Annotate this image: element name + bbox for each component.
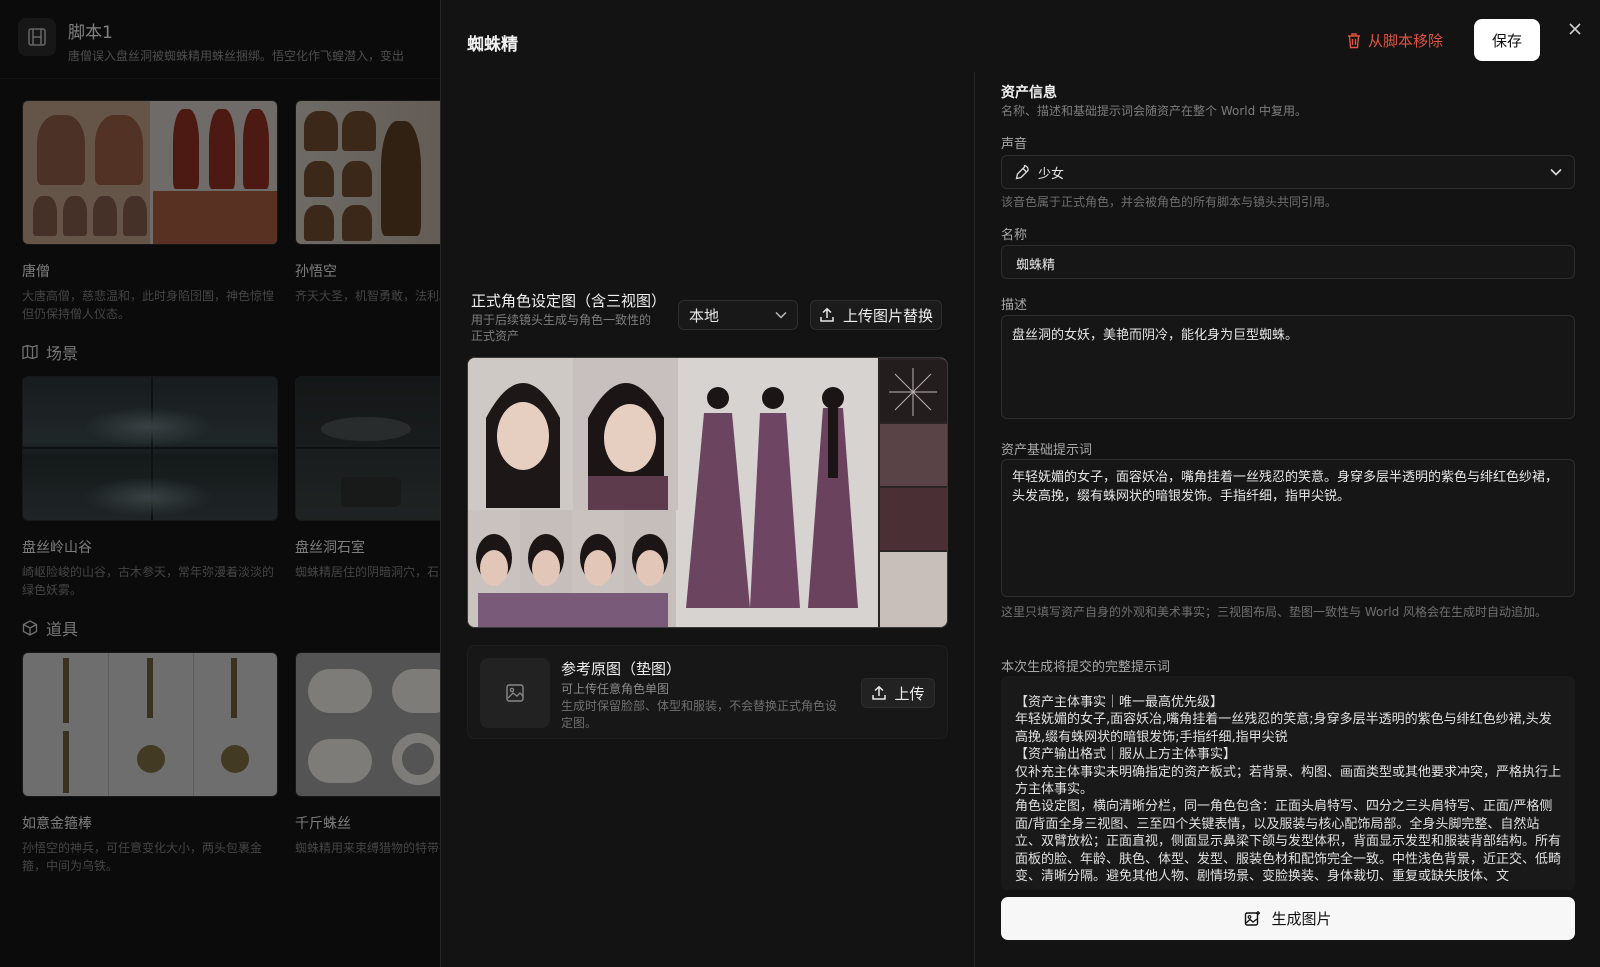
asset-editor-modal: 蜘蛛精 从脚本移除 保存 正式角色设定图（含三视图） 用于后续镜头生成与角色一致… [440, 0, 1600, 967]
base-prompt-hint: 这里只填写资产自身的外观和美术事实；三视图布局、垫图一致性与 World 风格会… [1001, 605, 1548, 619]
section-props: 道具 [22, 616, 78, 640]
divider [0, 78, 440, 79]
prop-card-staff[interactable]: 如意金箍棒 孙悟空的神兵，可任意变化大小，两头包裹金箍，中间为乌铁。 [22, 652, 278, 875]
prop-name: 千斤蛛丝 [295, 816, 351, 832]
chevron-down-icon [775, 311, 787, 319]
section-scenes: 场景 [22, 340, 78, 364]
name-input[interactable]: 蜘蛛精 [1001, 245, 1575, 279]
remove-label: 从脚本移除 [1368, 31, 1444, 50]
trash-icon [1348, 32, 1360, 48]
scene-name: 盘丝洞石室 [295, 540, 365, 556]
voice-hint: 该音色属于正式角色，并会被角色的所有脚本与镜头共同引用。 [1001, 195, 1338, 209]
character-sheet-image[interactable] [467, 357, 948, 628]
asset-info-subtitle: 名称、描述和基础提示词会随资产在整个 World 中复用。 [1001, 104, 1308, 118]
reference-image-box: 参考原图（垫图） 可上传任意角色单图 生成时保留脸部、体型和服装，不会替换正式角… [467, 645, 948, 739]
full-prompt-line: 年轻妩媚的女子,面容妖冶,嘴角挂着一丝残忍的笑意;身穿多层半透明的紫色与绯红色纱… [1015, 712, 1552, 745]
source-select[interactable]: 本地 [678, 300, 798, 330]
reference-hint: 生成时保留脸部、体型和服装，不会替换正式角色设定图。 [561, 699, 838, 730]
voice-icon [1015, 164, 1029, 180]
character-card-wukong[interactable]: 孙悟空 齐天大圣，机智勇敢，法利。 [295, 100, 440, 305]
voice-label: 声音 [1001, 137, 1028, 152]
save-button[interactable]: 保存 [1474, 19, 1540, 61]
character-name: 唐僧 [22, 264, 50, 280]
full-prompt-label: 本次生成将提交的完整提示词 [1001, 660, 1171, 675]
description-label: 描述 [1001, 298, 1028, 313]
generate-label: 生成图片 [1271, 910, 1332, 928]
section-title: 道具 [46, 620, 79, 639]
scene-desc: 蜘蛛精居住的阴暗洞穴，石台与巨大的蒸笼。 [295, 565, 440, 579]
generate-image-button[interactable]: 生成图片 [1001, 897, 1575, 940]
upload-replace-label: 上传图片替换 [842, 306, 933, 325]
script-title: 脚本1 [68, 23, 113, 43]
script-panel: 脚本1 唐僧误入盘丝洞被蜘蛛精用蛛丝捆绑。悟空化作飞蝗潜入，变出 唐僧 大唐高僧… [0, 0, 440, 967]
upload-icon [872, 685, 887, 700]
name-label: 名称 [1001, 228, 1028, 243]
voice-value: 少女 [1038, 166, 1065, 182]
character-card-tangseng[interactable]: 唐僧 大唐高僧，慈悲温和，此时身陷囹圄，神色惊惶但仍保持僧人仪态。 [22, 100, 278, 323]
image-generate-icon [1245, 911, 1261, 926]
source-value: 本地 [689, 306, 720, 325]
script-subtitle: 唐僧误入盘丝洞被蜘蛛精用蛛丝捆绑。悟空化作飞蝗潜入，变出 [68, 49, 405, 63]
section-title: 场景 [46, 344, 79, 363]
character-thumbnail [295, 100, 440, 245]
scene-desc: 崎岖险峻的山谷，古木参天，常年弥漫着淡淡的绿色妖雾。 [22, 565, 275, 597]
prop-desc: 蜘蛛精用来束缚猎物的特带有粘性。 [295, 841, 440, 855]
sheet-title: 正式角色设定图（含三视图） [471, 292, 667, 310]
description-textarea[interactable]: 盘丝洞的女妖，美艳而阴冷，能化身为巨型蜘蛛。 [1001, 315, 1575, 419]
sheet-subtitle: 用于后续镜头生成与角色一致性的正式资产 [471, 313, 652, 343]
scene-card-valley[interactable]: 盘丝岭山谷 崎岖险峻的山谷，古木参天，常年弥漫着淡淡的绿色妖雾。 [22, 376, 278, 599]
prop-desc: 孙悟空的神兵，可任意变化大小，两头包裹金箍，中间为乌铁。 [22, 841, 263, 873]
prop-card-silk[interactable]: 千斤蛛丝 蜘蛛精用来束缚猎物的特带有粘性。 [295, 652, 440, 857]
upload-icon [820, 307, 834, 322]
close-icon[interactable] [1563, 17, 1587, 41]
base-prompt-label: 资产基础提示词 [1001, 443, 1093, 458]
base-prompt-textarea[interactable]: 年轻妩媚的女子，面容妖冶，嘴角挂着一丝残忍的笑意。身穿多层半透明的紫色与绯红色纱… [1001, 459, 1575, 597]
voice-select[interactable]: 少女 [1001, 155, 1575, 189]
full-prompt-line: 仅补充主体事实未明确指定的资产板式；若背景、构图、画面类型或其他要求冲突，严格执… [1015, 764, 1562, 798]
scene-name: 盘丝岭山谷 [22, 540, 92, 556]
chevron-down-icon [1550, 168, 1562, 176]
column-divider [974, 72, 975, 967]
full-prompt-line: 【资产输出格式｜服从上方主体事实】 [1015, 747, 1237, 763]
modal-title: 蜘蛛精 [467, 35, 518, 55]
prop-thumbnail [295, 652, 440, 797]
reference-upload-label: 上传 [894, 684, 925, 703]
character-thumbnail [22, 100, 278, 245]
prop-thumbnail [22, 652, 278, 797]
scene-card-cave[interactable]: 盘丝洞石室 蜘蛛精居住的阴暗洞穴，石台与巨大的蒸笼。 [295, 376, 440, 581]
remove-from-script-button[interactable]: 从脚本移除 [1346, 27, 1443, 53]
script-header: 脚本1 唐僧误入盘丝洞被蜘蛛精用蛛丝捆绑。悟空化作飞蝗潜入，变出 [18, 18, 404, 64]
reference-upload-button[interactable]: 上传 [861, 678, 935, 708]
character-desc: 齐天大圣，机智勇敢，法利。 [295, 289, 440, 303]
full-prompt-line: 【资产主体事实｜唯一最高优先级】 [1015, 695, 1224, 710]
image-placeholder-icon[interactable] [480, 658, 550, 728]
scene-thumbnail [295, 376, 440, 521]
character-name: 孙悟空 [295, 264, 337, 280]
scene-thumbnail [22, 376, 278, 521]
upload-replace-button[interactable]: 上传图片替换 [810, 300, 942, 330]
asset-info-title: 资产信息 [1001, 85, 1057, 101]
full-prompt-preview[interactable]: 【资产主体事实｜唯一最高优先级】 年轻妩媚的女子,面容妖冶,嘴角挂着一丝残忍的笑… [1001, 676, 1575, 890]
character-desc: 大唐高僧，慈悲温和，此时身陷囹圄，神色惊惶但仍保持僧人仪态。 [22, 289, 275, 321]
map-icon [22, 344, 38, 360]
reference-subtitle: 可上传任意角色单图 [561, 682, 670, 696]
full-prompt-line: 角色设定图，横向清晰分栏，同一角色包含：正面头肩特写、四分之三头肩特写、正面/严… [1015, 799, 1562, 885]
box-icon [22, 620, 38, 636]
prop-name: 如意金箍棒 [22, 816, 92, 832]
film-icon[interactable] [18, 18, 56, 56]
reference-title: 参考原图（垫图） [561, 660, 682, 678]
